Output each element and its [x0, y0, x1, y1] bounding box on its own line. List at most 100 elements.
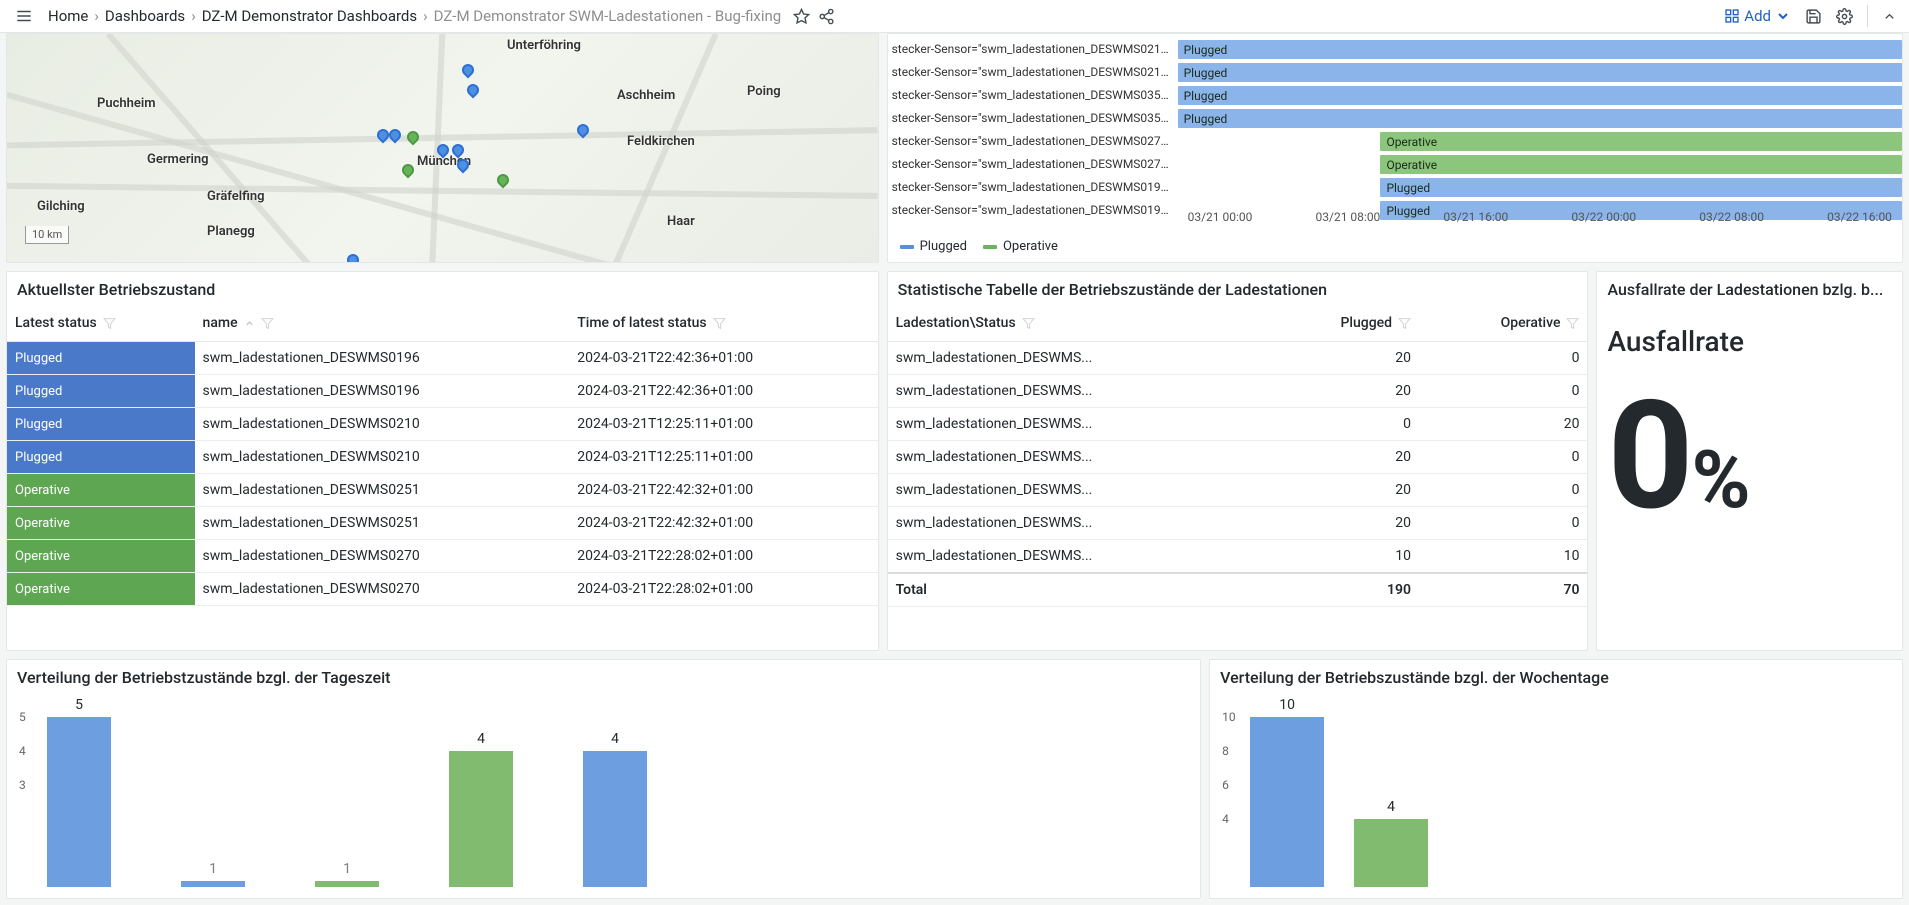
timeline-bar-row[interactable]: Plugged — [1178, 61, 1902, 84]
sensor-label: stecker-Sensor="swm_ladestationen_DESWMS… — [888, 38, 1178, 61]
topbar: Home › Dashboards › DZ-M Demonstrator Da… — [0, 0, 1909, 33]
operative-cell: 0 — [1419, 441, 1587, 474]
swatch-icon — [900, 245, 914, 249]
col-status[interactable]: Latest status — [7, 305, 195, 342]
bar-value: 1 — [343, 861, 351, 877]
map-label: Germering — [147, 152, 209, 167]
sensor-label: stecker-Sensor="swm_ladestationen_DESWMS… — [888, 84, 1178, 107]
map-label: Aschheim — [617, 88, 675, 103]
chart-bar[interactable]: 4 — [449, 731, 513, 887]
time-cell: 2024-03-21T12:25:11+01:00 — [569, 441, 877, 474]
map-label: Feldkirchen — [627, 134, 695, 149]
table-row[interactable]: swm_ladestationen_DESWMS...200 — [888, 474, 1588, 507]
table-row[interactable]: Operativeswm_ladestationen_DESWMS0270202… — [7, 573, 878, 606]
table-row[interactable]: swm_ladestationen_DESWMS...200 — [888, 375, 1588, 408]
chart-area[interactable]: 543 51144 — [7, 693, 1200, 895]
operative-cell: 10 — [1419, 540, 1587, 574]
map-panel[interactable]: Unterföhring Aschheim Poing Feldkirchen … — [6, 33, 879, 263]
collapse-row-icon[interactable] — [1882, 9, 1897, 24]
legend-plugged[interactable]: Plugged — [900, 239, 967, 254]
x-tick: 03/22 16:00 — [1827, 210, 1892, 224]
station-cell: swm_ladestationen_DESWMS... — [888, 408, 1266, 441]
timeline-bar-row[interactable]: Operative — [1178, 153, 1902, 176]
filter-icon — [1022, 317, 1035, 330]
crumb-home[interactable]: Home — [48, 7, 88, 25]
name-cell: swm_ladestationen_DESWMS0251 — [195, 507, 570, 540]
x-tick: 03/22 08:00 — [1699, 210, 1764, 224]
chart-bar[interactable]: 4 — [583, 731, 647, 887]
table-row[interactable]: Operativeswm_ladestationen_DESWMS0251202… — [7, 507, 878, 540]
status-cell: Plugged — [7, 441, 195, 474]
chart-area[interactable]: 10864 104 — [1210, 693, 1902, 895]
col-plugged[interactable]: Plugged — [1265, 305, 1419, 342]
menu-icon[interactable] — [12, 7, 36, 25]
timeline-bar-row[interactable]: Plugged — [1178, 176, 1902, 199]
chart-bar[interactable]: 10 — [1250, 697, 1324, 887]
map-surface[interactable]: Unterföhring Aschheim Poing Feldkirchen … — [7, 34, 878, 262]
table-row[interactable]: swm_ladestationen_DESWMS...200 — [888, 342, 1588, 375]
bar-rect — [1354, 819, 1428, 887]
filter-icon — [1398, 317, 1411, 330]
map-label: Gilching — [37, 199, 85, 214]
status-panel: Aktuellster Betriebszustand Latest statu… — [6, 271, 879, 651]
timeline-bar[interactable]: Plugged — [1380, 178, 1902, 197]
col-time[interactable]: Time of latest status — [569, 305, 877, 342]
table-row[interactable]: swm_ladestationen_DESWMS...020 — [888, 408, 1588, 441]
table-row[interactable]: Pluggedswm_ladestationen_DESWMS01962024-… — [7, 375, 878, 408]
timeline-bar-row[interactable]: Operative — [1178, 130, 1902, 153]
bar-rect — [181, 881, 245, 887]
table-row[interactable]: swm_ladestationen_DESWMS...200 — [888, 441, 1588, 474]
legend-operative[interactable]: Operative — [983, 239, 1058, 254]
name-cell: swm_ladestationen_DESWMS0210 — [195, 441, 570, 474]
bar-value: 5 — [75, 697, 83, 713]
timeline-bars[interactable]: Plugged Plugged Plugged Plugged Operative Ope… — [1178, 34, 1902, 262]
timeline-bar[interactable]: Plugged — [1178, 63, 1902, 82]
crumb-folder[interactable]: DZ-M Demonstrator Dashboards — [202, 7, 417, 25]
timeline-bar[interactable]: Plugged — [1178, 86, 1902, 105]
timeline-bar[interactable]: Plugged — [1178, 40, 1902, 59]
table-row[interactable]: Pluggedswm_ladestationen_DESWMS01962024-… — [7, 342, 878, 375]
timeline-bar[interactable]: Operative — [1380, 155, 1902, 174]
add-button[interactable]: Add — [1724, 7, 1791, 25]
chart-bar[interactable]: 5 — [47, 697, 111, 887]
station-cell: swm_ladestationen_DESWMS... — [888, 540, 1266, 574]
timeline-bar-row[interactable]: Plugged — [1178, 38, 1902, 61]
chart-bar[interactable]: 1 — [181, 861, 245, 887]
timeline-bar[interactable]: Operative — [1380, 132, 1902, 151]
status-cell: Plugged — [7, 375, 195, 408]
map-label: Puchheim — [97, 96, 156, 111]
gear-icon[interactable] — [1836, 8, 1853, 25]
status-cell: Plugged — [7, 408, 195, 441]
col-station[interactable]: Ladestation\Status — [888, 305, 1266, 342]
table-row[interactable]: Operativeswm_ladestationen_DESWMS0270202… — [7, 540, 878, 573]
dist-day-panel: Verteilung der Betriebstzustände bzgl. d… — [6, 659, 1201, 899]
y-tick: 4 — [19, 744, 26, 758]
crumb-dashboards[interactable]: Dashboards — [105, 7, 185, 25]
chart-bar[interactable]: 1 — [315, 861, 379, 887]
col-operative[interactable]: Operative — [1419, 305, 1587, 342]
table-row[interactable]: swm_ladestationen_DESWMS...200 — [888, 507, 1588, 540]
y-tick: 5 — [19, 710, 26, 724]
star-icon[interactable] — [793, 8, 810, 25]
map-label: Gräfelfing — [207, 189, 265, 204]
y-tick: 4 — [1222, 812, 1229, 826]
save-icon[interactable] — [1805, 8, 1822, 25]
table-row[interactable]: Operativeswm_ladestationen_DESWMS0251202… — [7, 474, 878, 507]
timeline-bar-row[interactable]: Plugged — [1178, 84, 1902, 107]
table-row[interactable]: swm_ladestationen_DESWMS...1010 — [888, 540, 1588, 574]
filter-icon — [261, 317, 274, 330]
map-label: Planegg — [207, 224, 255, 239]
col-name[interactable]: name — [195, 305, 570, 342]
status-cell: Operative — [7, 474, 195, 507]
table-row[interactable]: Pluggedswm_ladestationen_DESWMS02102024-… — [7, 441, 878, 474]
share-icon[interactable] — [818, 8, 835, 25]
chevron-right-icon: › — [94, 7, 99, 25]
timeline-bar[interactable]: Plugged — [1178, 109, 1902, 128]
chart-bar[interactable]: 4 — [1354, 799, 1428, 887]
name-cell: swm_ladestationen_DESWMS0270 — [195, 540, 570, 573]
operative-cell: 0 — [1419, 474, 1587, 507]
bar-rect — [583, 751, 647, 887]
timeline-bar-row[interactable]: Plugged — [1178, 107, 1902, 130]
table-row[interactable]: Pluggedswm_ladestationen_DESWMS02102024-… — [7, 408, 878, 441]
name-cell: swm_ladestationen_DESWMS0251 — [195, 474, 570, 507]
